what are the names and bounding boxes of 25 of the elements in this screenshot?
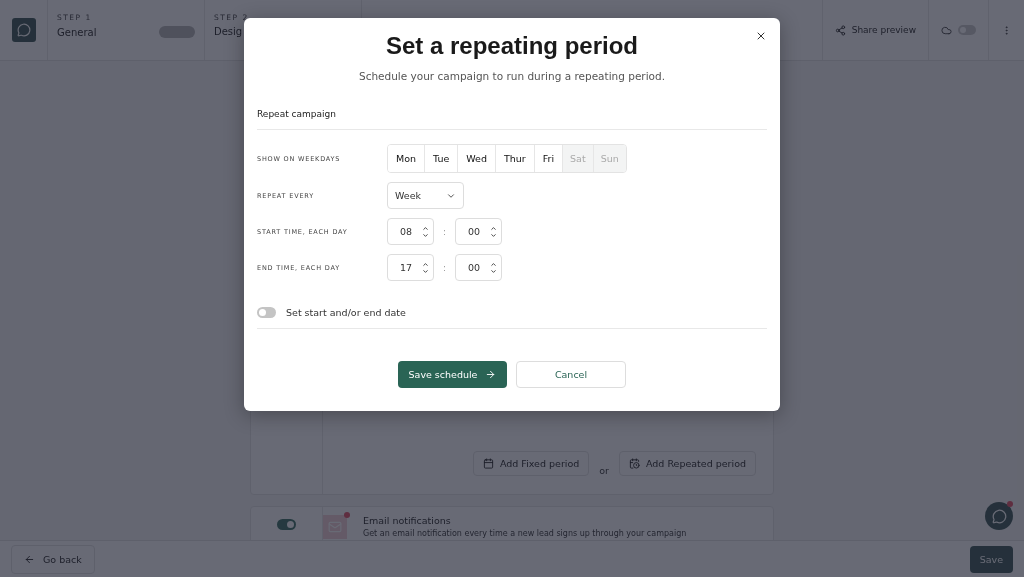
step-name: General [57,26,97,38]
repeat-select[interactable]: Week [387,182,464,209]
stepper-icon[interactable] [490,224,497,239]
or-text: or [599,465,609,476]
colon-text: : [441,226,447,237]
modal-title: Set a repeating period [384,32,640,60]
date-toggle[interactable] [257,307,276,318]
notification-title: Email notifications [363,515,452,526]
step-name: Desig [214,26,243,37]
colon-text: : [441,262,447,273]
time-field[interactable]: 00 [455,254,502,281]
modal-subtitle: Schedule your campaign to run during a repeating period. [357,70,667,82]
arrow-right-icon [485,369,497,380]
close-icon[interactable] [755,30,767,42]
section-heading: Repeat campaign [257,109,767,130]
weekday-option[interactable]: Mon [388,145,426,172]
save-schedule-button[interactable]: Save schedule [398,361,507,388]
time-field[interactable]: 00 [455,218,502,245]
stepper-icon[interactable] [422,224,429,239]
cancel-button[interactable]: Cancel [516,361,626,388]
toggle-label: Set start and/or end date [286,307,406,318]
time-field[interactable]: 08 [387,218,434,245]
time-field[interactable]: 17 [387,254,434,281]
stepper-icon[interactable] [490,260,497,275]
stepper-icon[interactable] [422,260,429,275]
